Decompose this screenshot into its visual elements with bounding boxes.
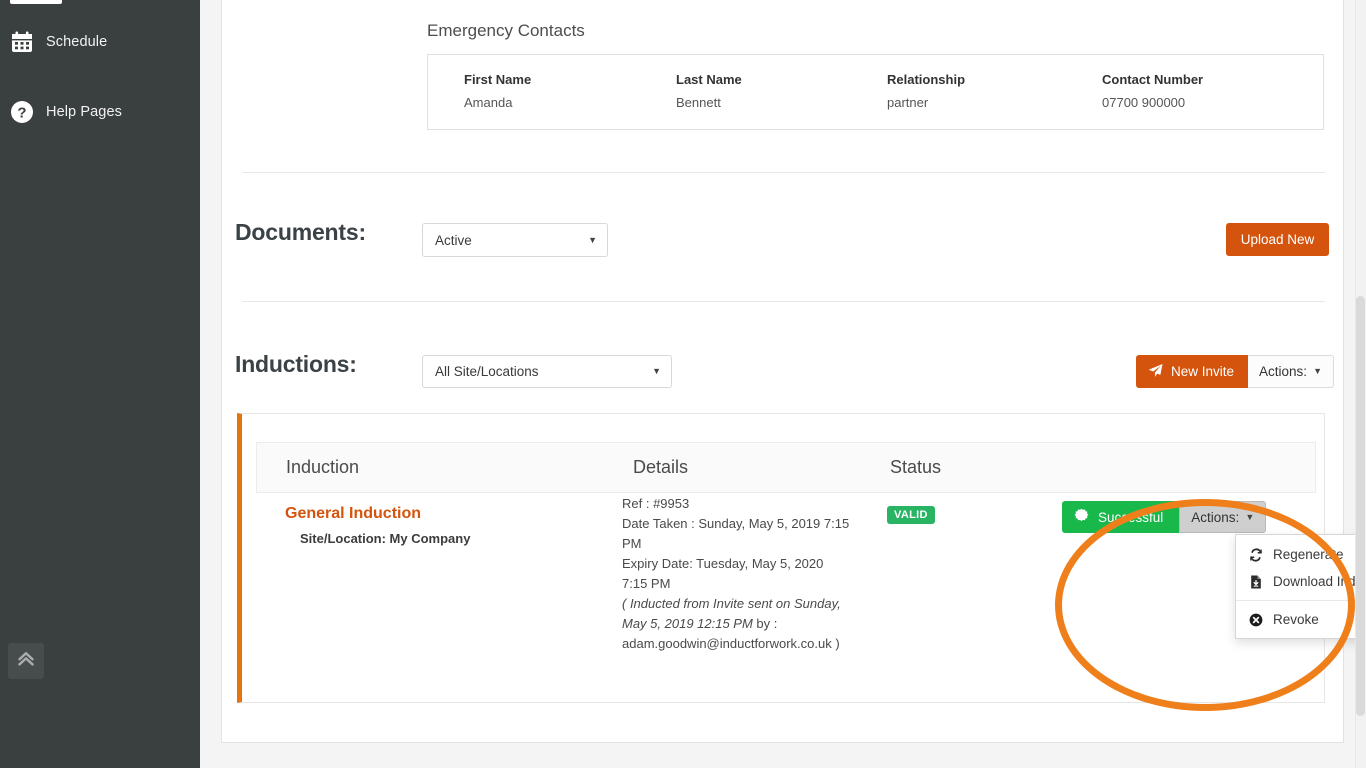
question-circle-icon: ? bbox=[9, 99, 35, 125]
cell-value: 07700 900000 bbox=[1102, 95, 1186, 110]
emergency-contacts-col-relationship: Relationship partner bbox=[887, 72, 965, 110]
induction-invite-note: ( Inducted from Invite sent on Sunday, M… bbox=[622, 594, 852, 634]
induction-invite-email: adam.goodwin@inductforwork.co.uk ) bbox=[622, 636, 840, 651]
menu-item-download-induction[interactable]: Download Induction bbox=[1236, 568, 1366, 595]
menu-item-regenerate[interactable]: Regenerate bbox=[1236, 541, 1366, 568]
main-content: Emergency Contacts First Name Amanda Las… bbox=[200, 0, 1366, 768]
menu-item-label: Download Induction bbox=[1273, 574, 1366, 589]
row-actions-dropdown-menu: Regenerate Download Induction bbox=[1235, 534, 1366, 639]
column-header-status: Status bbox=[890, 457, 942, 477]
column-header: Contact Number bbox=[1102, 72, 1204, 87]
section-divider bbox=[242, 172, 1325, 173]
documents-section-title: Documents: bbox=[235, 219, 366, 245]
column-header: First Name bbox=[464, 72, 532, 87]
inductions-actions-label: Actions: bbox=[1259, 364, 1308, 379]
induction-details: Ref : #9953 Date Taken : Sunday, May 5, … bbox=[622, 494, 852, 654]
emergency-contacts-col-contact-number: Contact Number 07700 900000 bbox=[1102, 72, 1203, 110]
file-download-icon bbox=[1249, 575, 1263, 589]
inductions-table-header: Induction Details Status bbox=[256, 442, 1316, 493]
menu-item-revoke[interactable]: Revoke bbox=[1236, 606, 1366, 633]
chevron-down-icon: ▼ bbox=[652, 366, 661, 376]
induction-ref: Ref : #9953 bbox=[622, 496, 690, 511]
column-header: Last Name bbox=[676, 72, 742, 87]
inductions-site-location-select[interactable]: All Site/Locations ▼ bbox=[422, 355, 672, 388]
chevron-down-icon: ▼ bbox=[588, 234, 597, 245]
documents-filter-value: Active bbox=[435, 232, 472, 248]
certificate-icon bbox=[1074, 508, 1089, 526]
sidebar-logo-cutoff bbox=[10, 0, 62, 4]
column-header: Relationship bbox=[887, 72, 966, 87]
caret-down-icon: ▼ bbox=[1313, 366, 1322, 376]
section-divider bbox=[242, 301, 1325, 302]
new-invite-label: New Invite bbox=[1171, 364, 1235, 379]
sidebar: Schedule ? Help Pages bbox=[0, 0, 200, 768]
upload-new-button[interactable]: Upload New bbox=[1226, 223, 1329, 256]
induction-invite-note-italic: ( Inducted from Invite sent on Sunday, M… bbox=[622, 596, 841, 631]
menu-item-label: Regenerate bbox=[1273, 547, 1344, 562]
induction-name-link[interactable]: General Induction bbox=[285, 505, 421, 523]
new-invite-button[interactable]: New Invite bbox=[1136, 355, 1249, 388]
emergency-contacts-table: First Name Amanda Last Name Bennett Rela… bbox=[427, 54, 1324, 130]
status-badge: VALID bbox=[887, 506, 935, 524]
sidebar-item-schedule[interactable]: Schedule bbox=[0, 16, 200, 68]
menu-item-label: Revoke bbox=[1273, 612, 1319, 627]
caret-down-icon: ▼ bbox=[1245, 511, 1255, 522]
refresh-icon bbox=[1249, 547, 1263, 562]
sidebar-collapse-button[interactable] bbox=[8, 643, 44, 679]
documents-filter-select[interactable]: Active ▼ bbox=[422, 223, 608, 257]
inductions-table-card: Induction Details Status General Inducti… bbox=[237, 413, 1366, 703]
cell-value: Bennett bbox=[676, 95, 721, 110]
app-root: Schedule ? Help Pages Emergency Contacts… bbox=[0, 0, 1366, 768]
paper-plane-icon bbox=[1148, 363, 1163, 381]
induction-expiry-date: Expiry Date: Tuesday, May 5, 2020 7:15 P… bbox=[622, 556, 824, 591]
times-circle-icon bbox=[1249, 613, 1263, 627]
induction-date-taken: Date Taken : Sunday, May 5, 2019 7:15 PM bbox=[622, 516, 850, 551]
profile-panel: Emergency Contacts First Name Amanda Las… bbox=[221, 0, 1366, 743]
induction-status-actions: Successful Actions: ▼ bbox=[1062, 501, 1267, 533]
induction-invite-note-tail: by : bbox=[752, 616, 778, 631]
successful-label: Successful bbox=[1098, 509, 1164, 525]
sidebar-item-help-pages[interactable]: ? Help Pages bbox=[0, 86, 200, 138]
cell-value: partner bbox=[887, 95, 929, 110]
sidebar-item-label-help-pages: Help Pages bbox=[46, 104, 122, 120]
double-chevron-up-icon bbox=[16, 649, 36, 674]
row-actions-dropdown-button[interactable]: Actions: ▼ bbox=[1179, 501, 1267, 533]
column-header-induction: Induction bbox=[286, 457, 360, 477]
emergency-contacts-col-last-name: Last Name Bennett bbox=[676, 72, 742, 110]
column-header-details: Details bbox=[633, 457, 689, 477]
inductions-section-title: Inductions: bbox=[235, 351, 357, 377]
inductions-actions-button[interactable]: Actions: ▼ bbox=[1248, 355, 1334, 388]
svg-text:?: ? bbox=[17, 105, 26, 122]
induction-site-location: Site/Location: My Company bbox=[300, 531, 471, 546]
successful-button[interactable]: Successful bbox=[1062, 501, 1180, 533]
row-actions-label: Actions: bbox=[1191, 509, 1240, 525]
cell-value: Amanda bbox=[464, 95, 513, 110]
sidebar-item-label-schedule: Schedule bbox=[46, 34, 108, 50]
inductions-filter-value: All Site/Locations bbox=[435, 364, 539, 379]
page-scrollbar[interactable] bbox=[1355, 0, 1366, 768]
emergency-contacts-title: Emergency Contacts bbox=[427, 21, 585, 40]
inductions-toolbar: New Invite Actions: ▼ bbox=[1136, 355, 1334, 388]
menu-divider bbox=[1236, 600, 1366, 601]
page-scrollbar-thumb[interactable] bbox=[1356, 296, 1365, 716]
emergency-contacts-col-first-name: First Name Amanda bbox=[464, 72, 531, 110]
calendar-icon bbox=[9, 29, 35, 55]
